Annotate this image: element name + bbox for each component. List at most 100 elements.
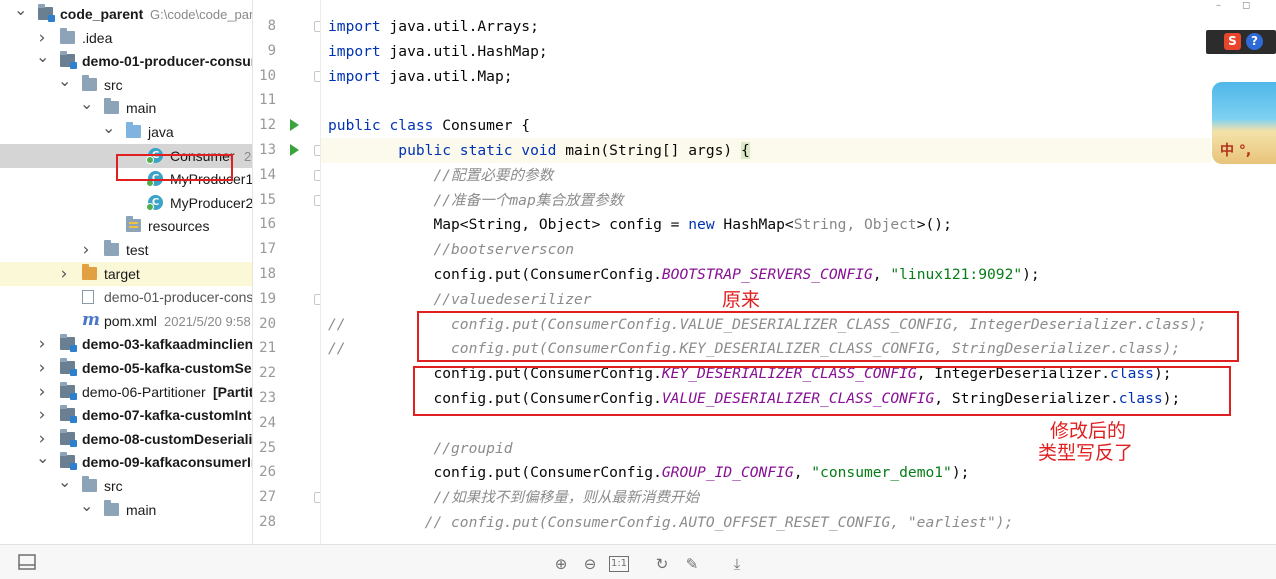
java-class-icon: C (146, 194, 163, 211)
chevron-down-icon[interactable]: ⌄ (80, 96, 93, 112)
run-icon[interactable] (290, 119, 299, 132)
ime-toolbar[interactable]: S ? (1206, 30, 1276, 54)
minimize-button[interactable]: – (1216, 0, 1221, 11)
tree-item[interactable]: ⌄ java (0, 120, 252, 144)
tree-item[interactable]: ⌄ demo-01-producer-consumer (0, 49, 252, 73)
help-icon[interactable]: ? (1246, 33, 1263, 50)
folder-icon (104, 98, 119, 115)
code-line: //如果找不到偏移量，则从最新消费开始 (328, 485, 699, 510)
code-line: config.put(ConsumerConfig.GROUP_ID_CONFI… (328, 460, 969, 485)
line-number: 9 (267, 42, 276, 59)
maximize-button[interactable]: ◻ (1242, 0, 1250, 11)
chevron-right-icon[interactable]: › (58, 265, 70, 282)
download-icon[interactable]: ⤓ (727, 554, 747, 574)
code-line: Map<String, Object> config = new HashMap… (328, 212, 951, 237)
code-token: //valuedeserilizer (433, 290, 592, 308)
code-token: , (872, 266, 891, 283)
editor-gutter: 8 9 10 11 12 13 14 15 16 17 18 19 20 21 22 23 24 25 26 27 28 (254, 0, 323, 544)
tree-item[interactable]: › demo-03-kafkaadminclient (0, 332, 253, 356)
edit-icon[interactable]: ✎ (682, 554, 702, 574)
zoom-out-icon[interactable]: ⊖ (580, 554, 600, 574)
line-number: 11 (259, 92, 276, 109)
chevron-right-icon[interactable]: › (36, 29, 48, 46)
code-token: ); (951, 464, 970, 482)
tree-item[interactable]: mpom.xml 2021/5/20 9:58, 8 (0, 309, 252, 333)
resources-folder-icon (126, 216, 141, 233)
code-token: import (328, 42, 390, 60)
tree-item-label: demo-09-kafkaconsumerInter (82, 454, 252, 471)
chevron-down-icon[interactable]: ⌄ (36, 450, 49, 466)
tree-item-label: target (104, 265, 140, 282)
line-number: 8 (267, 18, 276, 34)
panel-icon[interactable] (17, 554, 37, 574)
folder-icon (82, 74, 97, 91)
consumer-selection-box (116, 154, 233, 181)
tree-item-label: demo-05-kafka-customSeriali (82, 360, 252, 376)
tree-item[interactable]: ⌄ code_parent G:\code\code_parent (0, 2, 252, 26)
code-token: ); (1022, 266, 1040, 283)
code-line: //配置必要的参数 (328, 163, 553, 188)
folder-icon (60, 27, 75, 44)
module-folder-icon (60, 358, 77, 376)
project-tree-panel: ⌄ code_parent G:\code\code_parent › .idea ⌄ de… (0, 0, 253, 544)
chevron-down-icon[interactable]: ⌄ (80, 498, 93, 514)
sogou-icon[interactable]: S (1224, 33, 1241, 50)
tree-item[interactable]: › target (0, 261, 252, 286)
java-source-folder-icon (126, 122, 141, 138)
chevron-down-icon[interactable]: ⌄ (58, 474, 71, 490)
tree-item[interactable]: demo-01-producer-consum (0, 285, 252, 309)
tree-item-label: demo-07-kafka-customInterc (82, 407, 252, 424)
rotate-icon[interactable]: ↻ (652, 554, 672, 574)
tree-item[interactable]: › demo-08-customDeserializer (0, 427, 253, 451)
code-token: GROUP_ID_CONFIG (661, 464, 794, 482)
tree-item-label: demo-08-customDeserializer (82, 430, 253, 447)
code-line: //valuedeserilizer (328, 287, 592, 312)
tree-item-label: demo-01-producer-consumer (82, 53, 252, 70)
tree-item[interactable]: ⌄ main (0, 498, 252, 522)
tree-item[interactable]: › test (0, 238, 252, 262)
chevron-down-icon[interactable]: ⌄ (102, 120, 115, 136)
tree-item[interactable]: ⌄ demo-09-kafkaconsumerInter (0, 450, 252, 474)
tree-item-label: resources (148, 218, 210, 235)
chevron-right-icon[interactable]: › (80, 242, 92, 259)
beach-widget[interactable]: 中 °, (1212, 82, 1276, 164)
chevron-right-icon[interactable]: › (36, 336, 48, 353)
chevron-down-icon[interactable]: ⌄ (58, 73, 71, 89)
zoom-in-icon[interactable]: ⊕ (551, 554, 571, 574)
chevron-down-icon[interactable]: ⌄ (14, 2, 27, 18)
code-token: (String[] args) (600, 142, 741, 159)
tree-item[interactable]: resources (0, 214, 252, 238)
code-line: import java.util.Map; (328, 64, 513, 89)
line-number: 16 (259, 216, 276, 233)
tree-item[interactable]: ⌄ src (0, 474, 252, 498)
tree-item[interactable]: › demo-06-Partitioner [Partition (0, 380, 253, 404)
tree-item[interactable]: ⌄ main (0, 96, 252, 120)
chevron-right-icon[interactable]: › (36, 430, 48, 447)
tree-item-tag: [Partition (213, 383, 253, 400)
chevron-down-icon[interactable]: ⌄ (36, 49, 49, 65)
tree-item[interactable]: › .idea (0, 26, 252, 50)
code-token: new (688, 216, 724, 234)
tree-item-label: demo-03-kafkaadminclient (82, 336, 253, 353)
excluded-folder-icon (82, 263, 97, 280)
folder-icon (104, 499, 119, 516)
module-folder-icon (60, 405, 77, 424)
actual-size-icon[interactable]: 1:1 (609, 556, 629, 572)
tree-item-label: MyProducer2 (170, 194, 253, 211)
code-token: config.put(ConsumerConfig. (433, 266, 662, 283)
code-token: "linux121:9092" (890, 266, 1023, 283)
code-token: import (328, 67, 390, 85)
tree-item-label: code_parent (60, 6, 144, 22)
tree-item[interactable]: ⌄ src (0, 73, 252, 97)
annotation-modified-line2: 类型写反了 (1038, 442, 1134, 464)
tree-item[interactable]: › demo-05-kafka-customSeriali (0, 356, 252, 380)
tree-item[interactable]: › demo-07-kafka-customInterc (0, 403, 252, 427)
code-token: public static void (398, 142, 566, 159)
run-icon[interactable] (290, 144, 299, 156)
chevron-right-icon[interactable]: › (36, 383, 48, 400)
code-line: //准备一个map集合放置参数 (328, 188, 623, 213)
chevron-right-icon[interactable]: › (36, 360, 48, 377)
tree-item[interactable]: CMyProducer220 (0, 191, 253, 215)
code-line: public static void main(String[] args) { (328, 138, 750, 163)
chevron-right-icon[interactable]: › (36, 407, 48, 424)
